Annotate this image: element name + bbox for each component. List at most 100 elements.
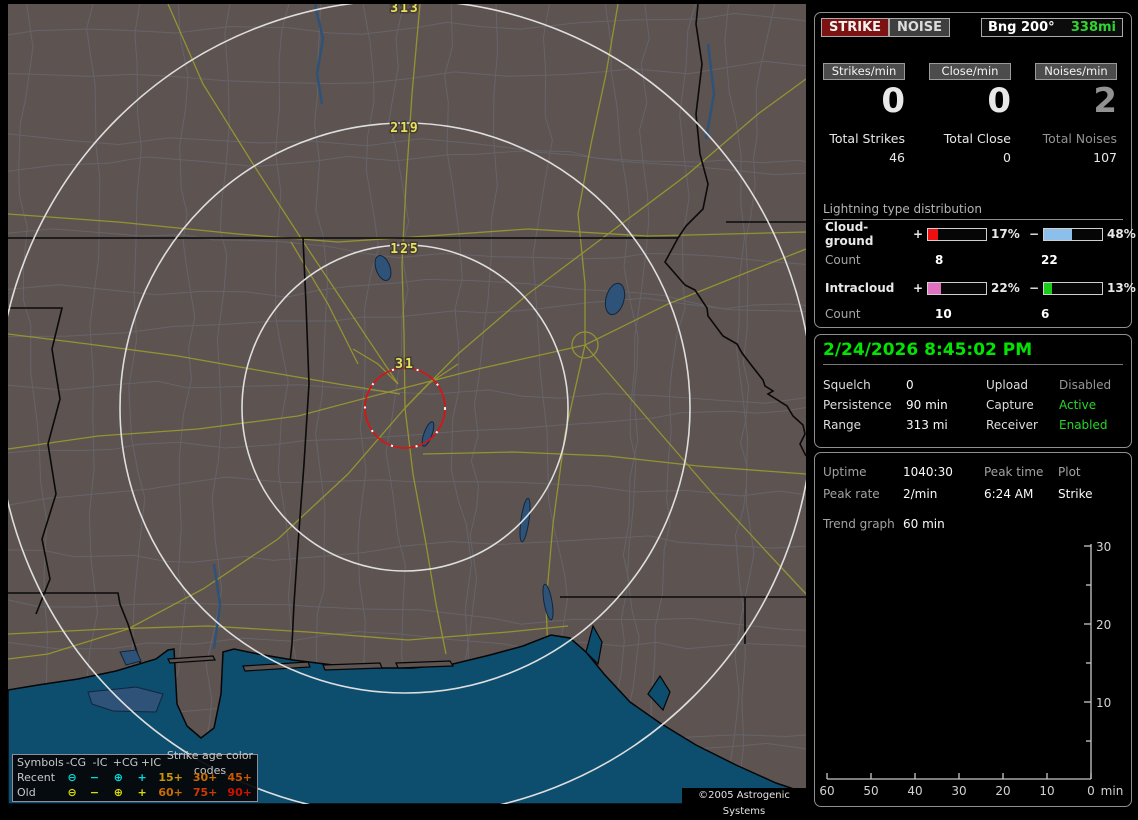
- distribution-title: Lightning type distribution: [823, 202, 1123, 220]
- map-canvas: 313 219 125 31: [8, 4, 806, 804]
- squelch-value: 0: [906, 378, 914, 392]
- circle-minus-icon: ⊖: [67, 786, 77, 799]
- cg-negative-pct: 48%: [1107, 227, 1136, 241]
- trend-graph: 30 20 10 60 50 40 30 20 10 0 min: [819, 540, 1123, 798]
- noises-column: Noises/min 2 Total Noises 107: [1035, 63, 1117, 165]
- persistence-value: 90 min: [906, 398, 948, 412]
- cg-count-row: Count 8 22: [825, 253, 1121, 267]
- cg-negative-count: 22: [1041, 253, 1058, 267]
- legend-col-pic: +IC: [140, 756, 162, 769]
- legend-col-pcg: +CG: [112, 756, 139, 769]
- strikes-column: Strikes/min 0 Total Strikes 46: [823, 63, 905, 165]
- total-noises-value: 107: [1093, 150, 1117, 165]
- bearing-label: Bng 200°: [988, 20, 1055, 35]
- legend-header-row: Symbols -CG -IC +CG +IC Strike age color…: [13, 749, 257, 777]
- svg-text:min: min: [1101, 784, 1124, 798]
- close-per-min-button[interactable]: Close/min: [929, 63, 1011, 80]
- ic-negative-count: 6: [1041, 307, 1050, 321]
- total-strikes-label: Total Strikes: [829, 131, 905, 146]
- age-30: 30+: [192, 771, 218, 784]
- legend-recent-label: Recent: [17, 771, 56, 784]
- age-60: 60+: [158, 786, 183, 799]
- age-90: 90+: [227, 786, 252, 799]
- status-row: Range 313 mi Receiver Enabled: [815, 418, 1131, 434]
- age-15: 15+: [158, 771, 183, 784]
- age-45: 45+: [227, 771, 252, 784]
- cg-positive-bar: [927, 227, 987, 241]
- cloud-ground-label: Cloud-ground: [825, 220, 874, 248]
- noises-per-min-value: 2: [1093, 81, 1117, 121]
- legend-col-ncg: -CG: [65, 756, 87, 769]
- count-label: Count: [825, 253, 861, 267]
- plus-icon: +: [137, 786, 147, 799]
- strike-toggle-button[interactable]: STRIKE: [821, 18, 890, 37]
- ic-positive-count: 10: [935, 307, 952, 321]
- datetime-display: 2/24/2026 8:45:02 PM: [823, 340, 1123, 365]
- squelch-label: Squelch: [823, 378, 871, 392]
- plus-icon: +: [912, 227, 924, 241]
- svg-text:40: 40: [907, 784, 922, 798]
- lightning-map[interactable]: 313 219 125 31: [8, 4, 806, 804]
- ic-negative-bar: [1043, 281, 1103, 295]
- strike-legend: Symbols -CG -IC +CG +IC Strike age color…: [12, 749, 258, 802]
- age-75: 75+: [192, 786, 218, 799]
- svg-text:125: 125: [390, 242, 419, 257]
- legend-symbols-header: Symbols: [17, 756, 64, 769]
- close-per-min-value: 0: [987, 81, 1011, 121]
- receiver-label: Receiver: [986, 418, 1038, 432]
- bearing-display: Bng 200° 338mi: [981, 18, 1123, 37]
- ic-positive-pct: 22%: [991, 281, 1020, 295]
- svg-text:31: 31: [395, 357, 415, 372]
- strikes-per-min-value: 0: [881, 81, 905, 121]
- trend-y-tick-labels: 30 20 10: [1096, 540, 1111, 710]
- strike-stats-panel: STRIKE NOISE Bng 200° 338mi Strikes/min …: [814, 12, 1136, 328]
- trend-axes: [826, 544, 1092, 780]
- trend-panel: Uptime 1040:30 Peak time Plot Peak rate …: [814, 452, 1132, 807]
- plus-icon: +: [137, 771, 147, 784]
- cloud-ground-row: Cloud-ground + 17% − 48%: [825, 220, 1138, 248]
- svg-text:20: 20: [995, 784, 1010, 798]
- cg-positive-count: 8: [935, 253, 944, 267]
- legend-old-row: Old ⊖ − ⊕ + 60+ 75+ 90+: [13, 785, 257, 800]
- count-label: Count: [825, 307, 861, 321]
- ic-negative-pct: 13%: [1107, 281, 1136, 295]
- noise-toggle-button[interactable]: NOISE: [889, 18, 951, 37]
- status-row: Squelch 0 Upload Disabled: [815, 378, 1131, 394]
- upload-status: Disabled: [1059, 378, 1112, 392]
- range-label: Range: [823, 418, 862, 432]
- bearing-distance: 338mi: [1070, 20, 1116, 35]
- capture-status: Active: [1059, 398, 1097, 412]
- ic-positive-bar: [927, 281, 987, 295]
- capture-label: Capture: [986, 398, 1034, 412]
- total-noises-label: Total Noises: [1042, 131, 1117, 146]
- svg-text:10: 10: [1039, 784, 1054, 798]
- upload-label: Upload: [986, 378, 1029, 392]
- plus-icon: +: [912, 281, 924, 295]
- svg-text:313: 313: [390, 4, 419, 16]
- total-close-value: 0: [1003, 150, 1011, 165]
- circle-minus-icon: ⊖: [67, 771, 77, 784]
- svg-text:30: 30: [1096, 540, 1111, 554]
- status-row: Persistence 90 min Capture Active: [815, 398, 1131, 414]
- minus-icon: −: [1028, 281, 1040, 295]
- intracloud-label: Intracloud: [825, 281, 895, 295]
- circle-plus-icon: ⊕: [113, 786, 123, 799]
- svg-text:50: 50: [863, 784, 878, 798]
- ic-count-row: Count 10 6: [825, 307, 1121, 321]
- legend-recent-row: Recent ⊖ − ⊕ + 15+ 30+ 45+: [13, 770, 257, 785]
- total-close-label: Total Close: [943, 131, 1011, 146]
- svg-text:10: 10: [1096, 696, 1111, 710]
- strikes-per-min-button[interactable]: Strikes/min: [823, 63, 905, 80]
- intracloud-row: Intracloud + 22% − 13%: [825, 281, 1138, 295]
- noises-per-min-button[interactable]: Noises/min: [1035, 63, 1117, 80]
- svg-text:20: 20: [1096, 618, 1111, 632]
- legend-col-nic: -IC: [92, 756, 108, 769]
- total-strikes-value: 46: [889, 150, 905, 165]
- legend-old-label: Old: [17, 786, 36, 799]
- range-value: 313 mi: [906, 418, 948, 432]
- system-status-panel: 2/24/2026 8:45:02 PM Squelch 0 Upload Di…: [814, 334, 1132, 448]
- persistence-label: Persistence: [823, 398, 892, 412]
- trend-x-tick-labels: 60 50 40 30 20 10 0 min: [819, 784, 1123, 798]
- minus-icon: −: [89, 786, 100, 799]
- copyright-notice: ©2005 Astrogenic Systems: [682, 788, 806, 817]
